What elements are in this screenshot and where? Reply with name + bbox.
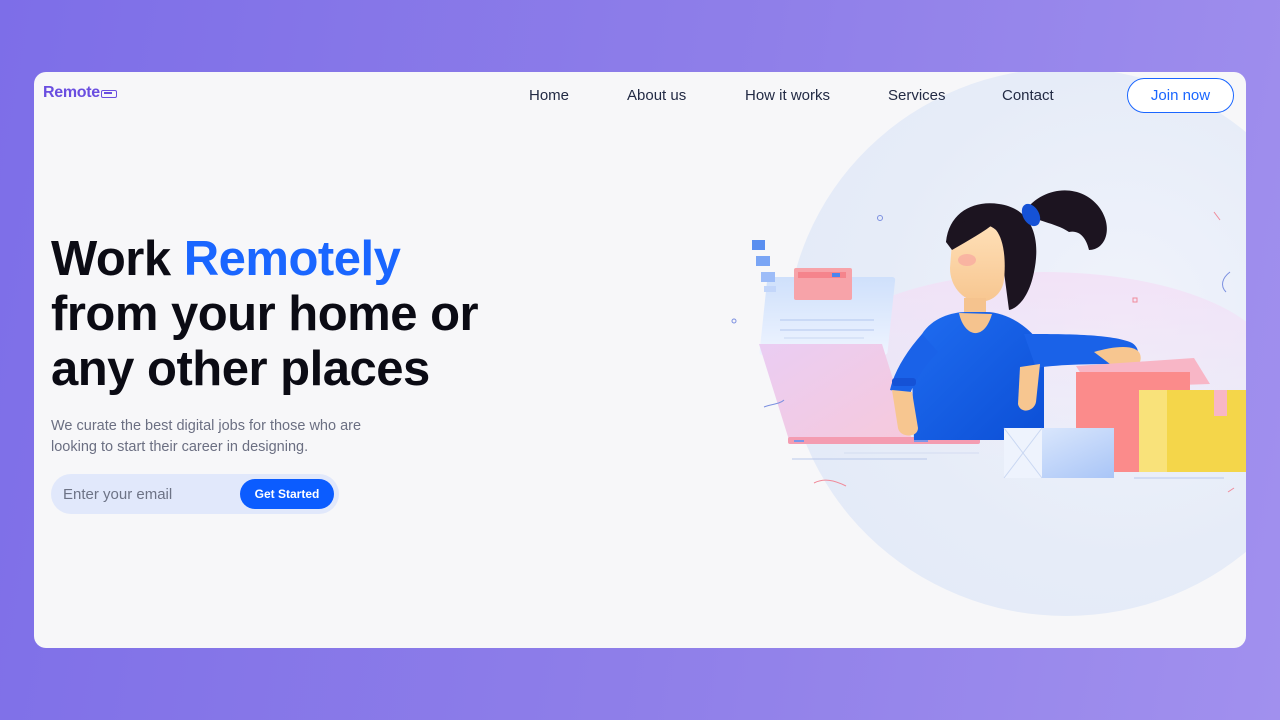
landing-card: Remote Home About us How it works Servic… [34,72,1246,648]
woman-at-laptop-illustration [731,190,1246,493]
